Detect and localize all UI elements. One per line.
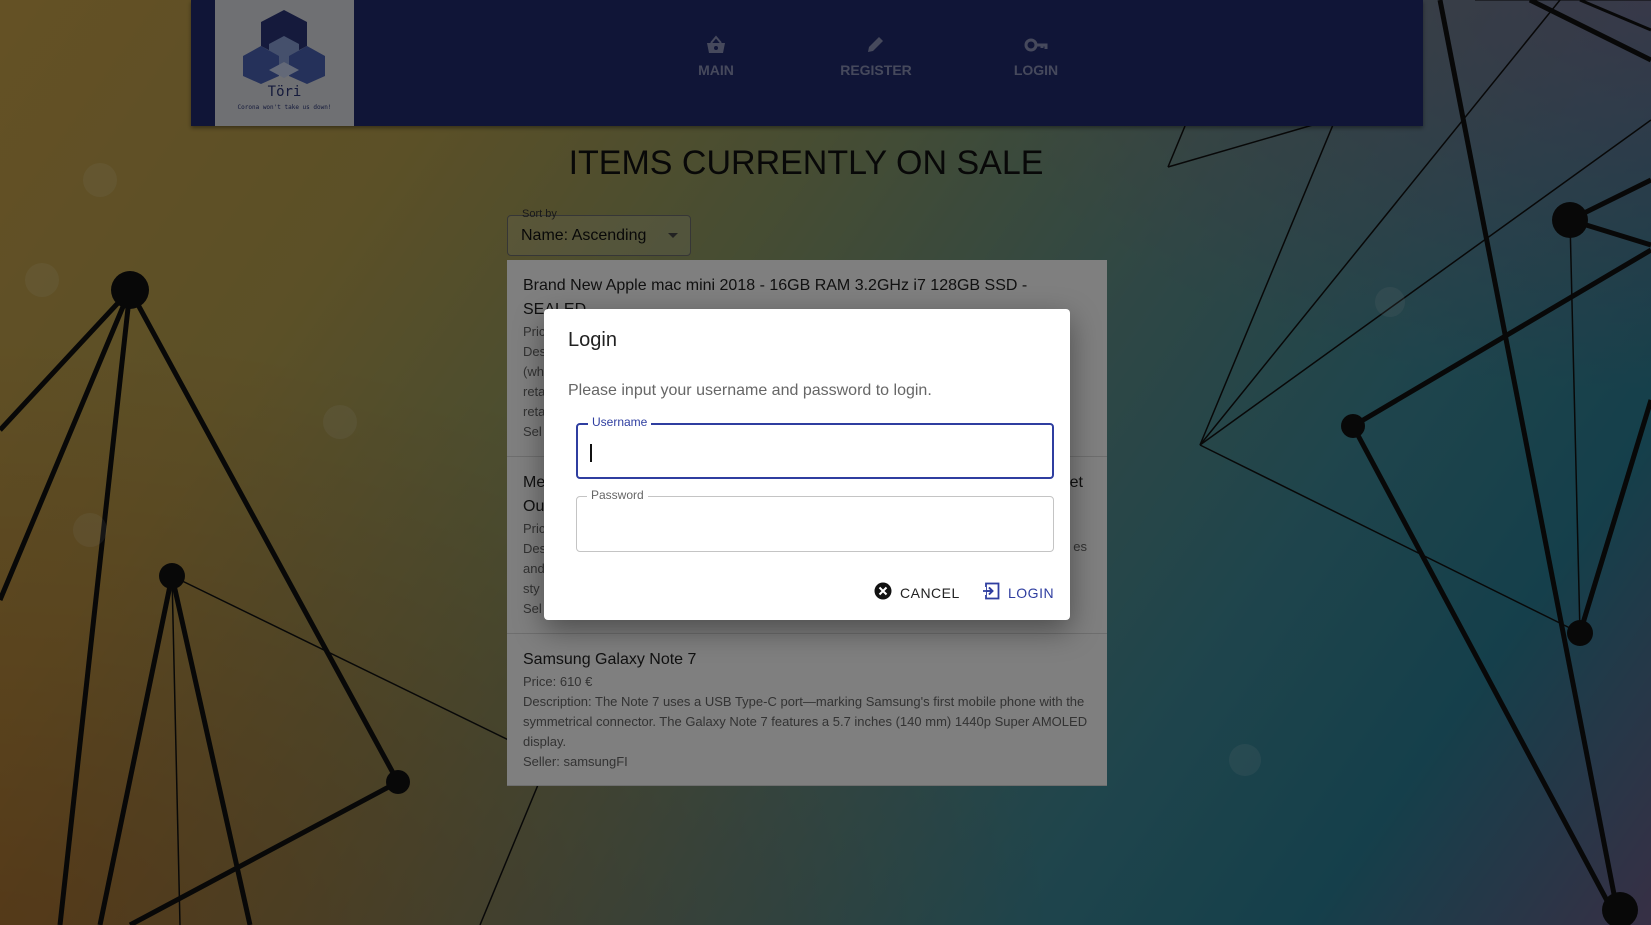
password-input[interactable]: [589, 511, 1033, 537]
password-label: Password: [587, 488, 648, 502]
username-label: Username: [588, 415, 652, 429]
dialog-title: Login: [568, 329, 617, 351]
username-input[interactable]: [590, 439, 1034, 465]
login-dialog: Login Please input your username and pas…: [544, 309, 1070, 620]
cancel-button[interactable]: CANCEL: [874, 582, 960, 603]
cancel-label: CANCEL: [900, 584, 960, 601]
dialog-text: Please input your username and password …: [568, 382, 932, 399]
text-caret: [590, 444, 592, 462]
login-button[interactable]: LOGIN: [982, 582, 1054, 603]
cancel-icon: [874, 582, 892, 603]
username-field[interactable]: Username: [576, 415, 1054, 479]
password-field[interactable]: Password: [576, 488, 1054, 552]
login-label: LOGIN: [1008, 584, 1055, 601]
login-icon: [982, 582, 1000, 603]
